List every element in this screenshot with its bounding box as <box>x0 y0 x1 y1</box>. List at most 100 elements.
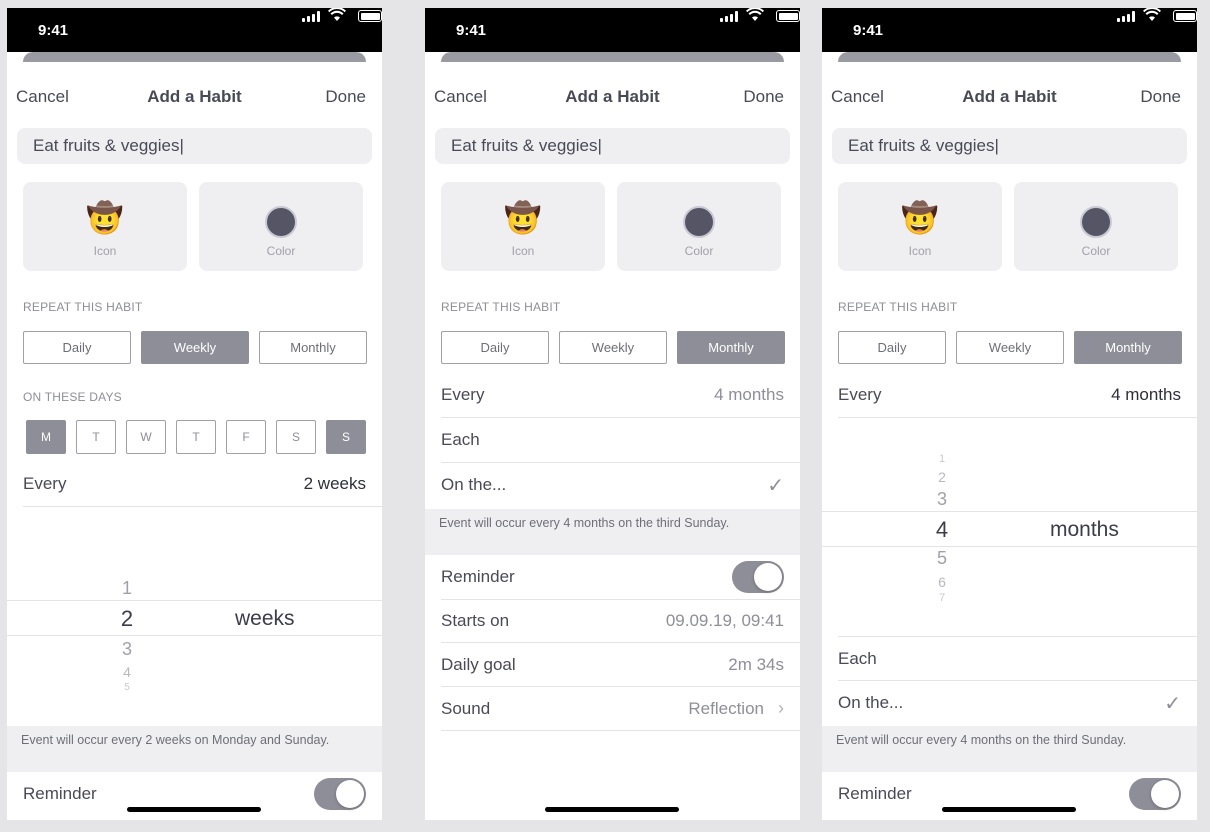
chevron-right-icon: › <box>778 698 784 718</box>
on-the-row[interactable]: On the... ✓ <box>838 681 1197 726</box>
starts-on-row[interactable]: Starts on 09.09.19, 09:41 <box>441 599 800 643</box>
status-time: 9:41 <box>38 22 69 39</box>
repeat-header: REPEAT THIS HABIT <box>23 300 143 314</box>
screen-monthly: 9:41 Cancel Add a Habit Done 🤠 Icon Colo… <box>425 8 800 820</box>
signal-icon <box>1117 11 1135 22</box>
day-wednesday[interactable]: W <box>126 420 166 454</box>
repeat-weekly-button[interactable]: Weekly <box>559 331 667 364</box>
picker-number: 3 <box>936 489 947 509</box>
reminder-label: Reminder <box>838 784 912 803</box>
reminder-toggle[interactable] <box>1129 778 1181 810</box>
status-bar: 9:41 <box>425 8 800 52</box>
color-label: Color <box>266 244 296 258</box>
summary-note: Event will occur every 2 weeks on Monday… <box>7 726 382 772</box>
picker-number: 1 <box>121 578 132 598</box>
picker-number: 2 <box>938 469 946 485</box>
icon-label: Icon <box>93 244 117 258</box>
color-swatch <box>683 206 715 238</box>
picker-unit: months <box>1050 518 1119 541</box>
summary-text: Event will occur every 2 weeks on Monday… <box>21 733 330 747</box>
done-button[interactable]: Done <box>325 87 366 107</box>
day-monday[interactable]: M <box>26 420 66 454</box>
add-habit-sheet: Cancel Add a Habit Done 🤠 Icon Color REP… <box>822 62 1197 820</box>
done-button[interactable]: Done <box>743 87 784 107</box>
wifi-icon <box>746 8 764 21</box>
picker-selection-band <box>822 511 1197 547</box>
reminder-label: Reminder <box>441 567 515 586</box>
picker-number: 6 <box>938 574 946 590</box>
color-swatch <box>265 206 297 238</box>
nav-bar: Cancel Add a Habit Done <box>822 62 1197 132</box>
color-label: Color <box>1081 244 1111 258</box>
status-bar: 9:41 <box>822 8 1197 52</box>
repeat-weekly-button[interactable]: Weekly <box>141 331 249 364</box>
cancel-button[interactable]: Cancel <box>434 87 487 107</box>
cowboy-face-icon: 🤠 <box>901 202 939 235</box>
every-row[interactable]: Every 4 months <box>838 373 1197 418</box>
sound-row[interactable]: Sound Reflection › <box>441 687 800 731</box>
status-bar: 9:41 <box>7 8 382 52</box>
icon-picker-button[interactable]: 🤠 Icon <box>838 182 1002 271</box>
repeat-header: REPEAT THIS HABIT <box>441 300 561 314</box>
picker-number-selected: 2 <box>120 606 134 631</box>
checkmark-icon: ✓ <box>1164 693 1181 715</box>
repeat-monthly-button[interactable]: Monthly <box>1074 331 1182 364</box>
add-habit-sheet: Cancel Add a Habit Done 🤠 Icon Color REP… <box>7 62 382 820</box>
repeat-monthly-button[interactable]: Monthly <box>677 331 785 364</box>
day-thursday[interactable]: T <box>176 420 216 454</box>
every-value: 4 months <box>1111 385 1181 404</box>
repeat-header: REPEAT THIS HABIT <box>838 300 958 314</box>
every-label: Every <box>838 385 882 404</box>
cancel-button[interactable]: Cancel <box>831 87 884 107</box>
repeat-monthly-button[interactable]: Monthly <box>259 331 367 364</box>
every-label: Every <box>23 474 67 493</box>
every-row[interactable]: Every 4 months <box>441 373 800 418</box>
picker-unit: weeks <box>235 607 295 630</box>
color-picker-button[interactable]: Color <box>199 182 363 271</box>
daily-goal-value: 2m 34s <box>728 655 784 674</box>
interval-picker[interactable]: 1 2 3 4 5 6 7 months <box>822 419 1197 635</box>
home-indicator <box>942 807 1076 812</box>
cowboy-face-icon: 🤠 <box>504 202 542 235</box>
home-indicator <box>127 807 261 812</box>
every-row[interactable]: Every 2 weeks <box>23 462 382 507</box>
habit-name-input[interactable] <box>832 128 1187 164</box>
day-sunday[interactable]: S <box>326 420 366 454</box>
every-value: 4 months <box>714 385 784 404</box>
picker-number: 7 <box>938 592 946 604</box>
cancel-button[interactable]: Cancel <box>16 87 69 107</box>
status-time: 9:41 <box>456 22 487 39</box>
signal-icon <box>302 11 320 22</box>
repeat-weekly-button[interactable]: Weekly <box>956 331 1064 364</box>
icon-picker-button[interactable]: 🤠 Icon <box>23 182 187 271</box>
repeat-daily-button[interactable]: Daily <box>23 331 131 364</box>
picker-number-selected: 4 <box>935 517 949 542</box>
each-row[interactable]: Each <box>838 636 1197 681</box>
color-swatch <box>1080 206 1112 238</box>
interval-picker[interactable]: 1 2 3 4 5 weeks <box>7 508 382 723</box>
icon-picker-button[interactable]: 🤠 Icon <box>441 182 605 271</box>
home-indicator <box>545 807 679 812</box>
summary-text: Event will occur every 4 months on the t… <box>836 733 1127 747</box>
picker-number: 3 <box>121 639 132 659</box>
on-the-row[interactable]: On the... ✓ <box>441 463 800 508</box>
habit-name-input[interactable] <box>17 128 372 164</box>
day-friday[interactable]: F <box>226 420 266 454</box>
repeat-daily-button[interactable]: Daily <box>441 331 549 364</box>
habit-name-input[interactable] <box>435 128 790 164</box>
picker-number: 5 <box>124 682 130 693</box>
color-picker-button[interactable]: Color <box>1014 182 1178 271</box>
day-tuesday[interactable]: T <box>76 420 116 454</box>
day-saturday[interactable]: S <box>276 420 316 454</box>
repeat-daily-button[interactable]: Daily <box>838 331 946 364</box>
color-picker-button[interactable]: Color <box>617 182 781 271</box>
sound-value: Reflection <box>688 699 764 718</box>
daily-goal-row[interactable]: Daily goal 2m 34s <box>441 643 800 687</box>
starts-on-value: 09.09.19, 09:41 <box>665 611 784 630</box>
summary-text: Event will occur every 4 months on the t… <box>439 516 730 530</box>
reminder-toggle[interactable] <box>732 561 784 593</box>
starts-on-label: Starts on <box>441 611 510 630</box>
reminder-toggle[interactable] <box>314 778 366 810</box>
each-row[interactable]: Each <box>441 418 800 463</box>
done-button[interactable]: Done <box>1140 87 1181 107</box>
